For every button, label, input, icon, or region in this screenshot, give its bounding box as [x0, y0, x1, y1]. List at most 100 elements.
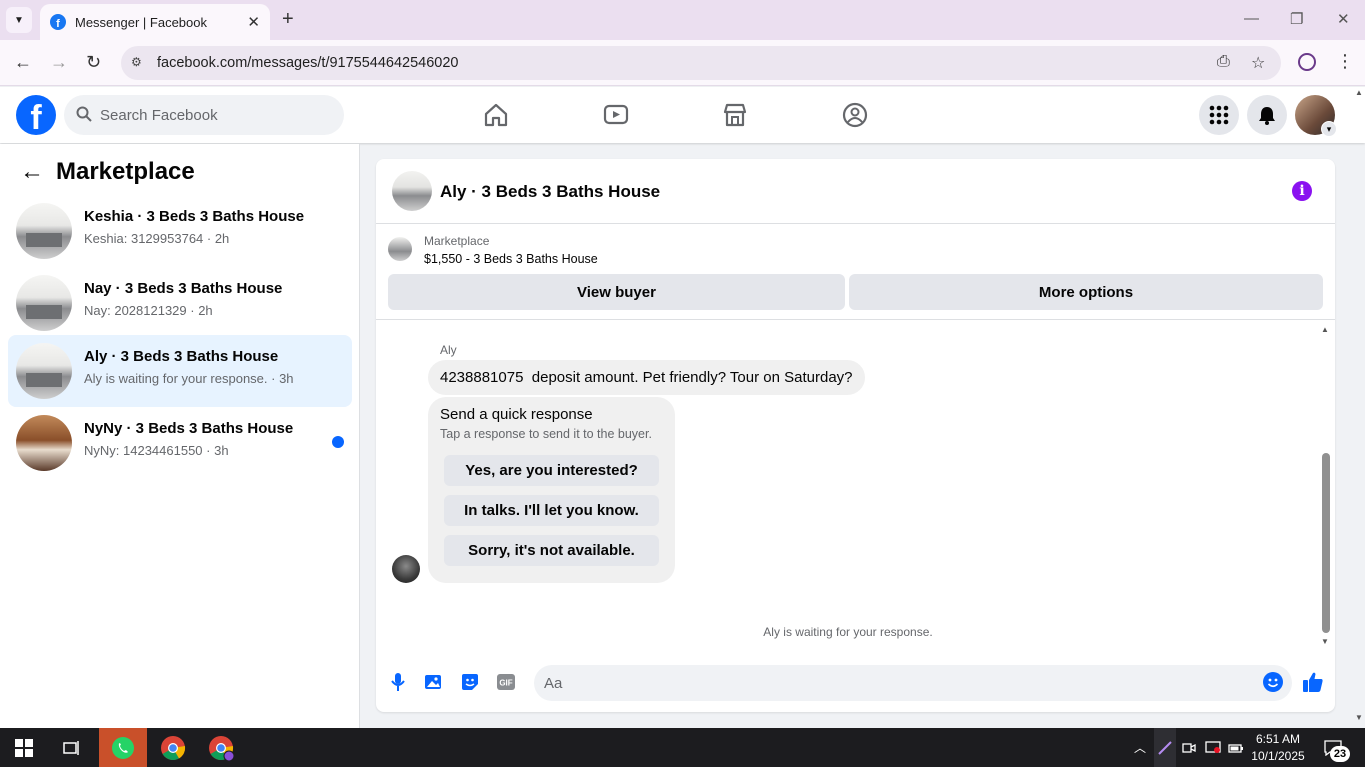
sidebar-title: Marketplace	[56, 158, 195, 185]
menu-grid-icon[interactable]	[1199, 95, 1239, 135]
start-button[interactable]	[8, 728, 40, 767]
bell-icon	[1259, 107, 1275, 125]
quick-response-subtitle: Tap a response to send it to the buyer.	[440, 427, 652, 441]
close-tab-icon[interactable]: ✕	[247, 13, 260, 31]
unread-indicator	[332, 436, 344, 448]
pen-tray-icon[interactable]	[1154, 728, 1176, 767]
browser-toolbar: ← → ↻ ⚙ facebook.com/messages/t/91755446…	[0, 40, 1365, 86]
conversation-preview: Keshia: 3129953764 · 2h	[84, 231, 230, 246]
sticker-icon[interactable]	[459, 671, 481, 693]
page-scroll-down-icon[interactable]: ▼	[1355, 713, 1363, 722]
thumbs-up-icon[interactable]	[1301, 670, 1325, 694]
install-app-icon[interactable]: ⎙	[1217, 53, 1230, 71]
quick-reply-interested[interactable]: Yes, are you interested?	[444, 455, 659, 486]
chrome-profile-taskbar-icon[interactable]	[204, 728, 238, 767]
profile-avatar[interactable]: ▾	[1295, 95, 1337, 137]
search-icon	[76, 106, 92, 122]
task-view-icon[interactable]	[56, 728, 88, 767]
more-options-button[interactable]: More options	[849, 274, 1323, 310]
marketplace-conversation-list: ← Marketplace Keshia · 3 Beds 3 Baths Ho…	[0, 144, 360, 728]
conversation-item-nay[interactable]: Nay · 3 Beds 3 Baths House Nay: 20281213…	[8, 267, 352, 339]
chat-title[interactable]: Aly · 3 Beds 3 Baths House	[440, 182, 660, 202]
marketplace-icon[interactable]	[722, 102, 748, 128]
taskbar-clock[interactable]: 6:51 AM 10/1/2025	[1248, 731, 1308, 765]
browser-menu-icon[interactable]: ⋮	[1336, 51, 1354, 72]
emoji-icon[interactable]	[1262, 671, 1284, 693]
conversation-item-nyny[interactable]: NyNy · 3 Beds 3 Baths House NyNy: 142344…	[8, 407, 352, 479]
page-scroll-up-icon[interactable]: ▲	[1355, 88, 1363, 97]
search-facebook-input[interactable]: Search Facebook	[64, 95, 344, 135]
conversation-item-aly[interactable]: Aly · 3 Beds 3 Baths House Aly is waitin…	[8, 335, 352, 407]
close-window-icon[interactable]: ✕	[1337, 10, 1350, 28]
chat-panel: Aly · 3 Beds 3 Baths House i Marketplace…	[376, 159, 1335, 712]
chrome-taskbar-icon[interactable]	[156, 728, 190, 767]
back-arrow-icon[interactable]: ←	[20, 160, 44, 184]
address-bar[interactable]: ⚙ facebook.com/messages/t/91755446425460…	[121, 46, 1281, 80]
conversation-preview: Aly is waiting for your response. · 3h	[84, 371, 294, 386]
forward-icon[interactable]: →	[50, 52, 68, 72]
scrollbar-thumb[interactable]	[1322, 453, 1330, 633]
account-chevron-icon[interactable]: ▾	[1321, 121, 1337, 137]
conversation-name: Aly · 3 Beds 3 Baths House	[84, 348, 279, 365]
battery-network-icon[interactable]	[1226, 728, 1246, 767]
listing-thumbnail	[16, 203, 72, 259]
scroll-up-icon[interactable]: ▲	[1321, 325, 1329, 334]
chat-avatar[interactable]	[392, 171, 432, 211]
info-icon[interactable]: i	[1292, 181, 1312, 201]
bookmark-star-icon[interactable]: ☆	[1251, 53, 1265, 73]
conversation-item-keshia[interactable]: Keshia · 3 Beds 3 Baths House Keshia: 31…	[8, 195, 352, 267]
windows-taskbar: ︿ 6:51 AM 10/1/2025 23	[0, 728, 1365, 767]
browser-profile-icon[interactable]	[1298, 53, 1316, 71]
facebook-header: f Search Facebook ▾	[0, 87, 1365, 143]
quick-reply-in-talks[interactable]: In talks. I'll let you know.	[444, 495, 659, 526]
quick-response-title: Send a quick response	[440, 406, 593, 423]
clock-time: 6:51 AM	[1255, 732, 1301, 746]
listing-thumbnail	[16, 415, 72, 471]
video-icon[interactable]	[603, 102, 629, 128]
sender-avatar[interactable]	[392, 555, 420, 583]
view-buyer-button[interactable]: View buyer	[388, 274, 845, 310]
gif-icon[interactable]: GIF	[495, 671, 517, 693]
quick-reply-not-available[interactable]: Sorry, it's not available.	[444, 535, 659, 566]
groups-icon[interactable]	[842, 102, 868, 128]
listing-price[interactable]: $1,550 - 3 Beds 3 Baths House	[424, 252, 598, 266]
new-tab-button[interactable]: +	[282, 8, 294, 30]
whatsapp-taskbar-icon[interactable]	[99, 728, 147, 767]
notification-count-badge: 23	[1330, 746, 1350, 762]
messages-scrollbar[interactable]: ▲ ▼	[1320, 325, 1332, 649]
listing-thumbnail	[16, 343, 72, 399]
scroll-down-icon[interactable]: ▼	[1321, 637, 1329, 646]
listing-label: Marketplace	[424, 234, 490, 248]
tab-title: Messenger | Facebook	[75, 14, 207, 30]
waiting-status: Aly is waiting for your response.	[763, 625, 933, 639]
windows-logo-icon	[15, 738, 33, 757]
message-bubble[interactable]: 4238881075 deposit amount. Pet friendly?…	[428, 360, 865, 395]
restore-icon[interactable]: ❐	[1290, 10, 1303, 28]
listing-banner: Marketplace $1,550 - 3 Beds 3 Baths Hous…	[376, 225, 1335, 320]
reload-icon[interactable]: ↻	[86, 52, 101, 72]
chat-header: Aly · 3 Beds 3 Baths House i	[376, 159, 1335, 224]
tab-search-dropdown[interactable]: ▼	[6, 7, 32, 33]
grid-dots-icon	[1209, 105, 1229, 125]
url-text: facebook.com/messages/t/9175544642546020	[157, 55, 459, 71]
browser-tab-messenger[interactable]: f Messenger | Facebook ✕	[40, 4, 270, 40]
message-input[interactable]	[534, 665, 1292, 701]
listing-mini-thumbnail	[388, 237, 412, 261]
photo-icon[interactable]	[423, 671, 445, 693]
conversation-name: Nay · 3 Beds 3 Baths House	[84, 280, 283, 297]
conversation-name: Keshia · 3 Beds 3 Baths House	[84, 208, 305, 225]
page-scrollbar[interactable]: ▲ ▼	[1353, 88, 1365, 728]
svg-text:GIF: GIF	[499, 679, 512, 688]
display-tray-icon[interactable]	[1203, 728, 1223, 767]
facebook-logo-icon[interactable]: f	[16, 95, 56, 135]
quick-response-card: Send a quick response Tap a response to …	[428, 397, 675, 583]
tray-overflow-icon[interactable]: ︿	[1130, 728, 1150, 767]
minimize-icon[interactable]: —	[1244, 10, 1259, 27]
back-icon[interactable]: ←	[14, 52, 32, 72]
microphone-icon[interactable]	[387, 671, 409, 693]
notifications-button[interactable]	[1247, 95, 1287, 135]
clock-date: 10/1/2025	[1251, 749, 1305, 763]
site-info-icon[interactable]: ⚙	[131, 55, 147, 71]
home-icon[interactable]	[483, 102, 509, 128]
meet-tray-icon[interactable]	[1180, 728, 1198, 767]
